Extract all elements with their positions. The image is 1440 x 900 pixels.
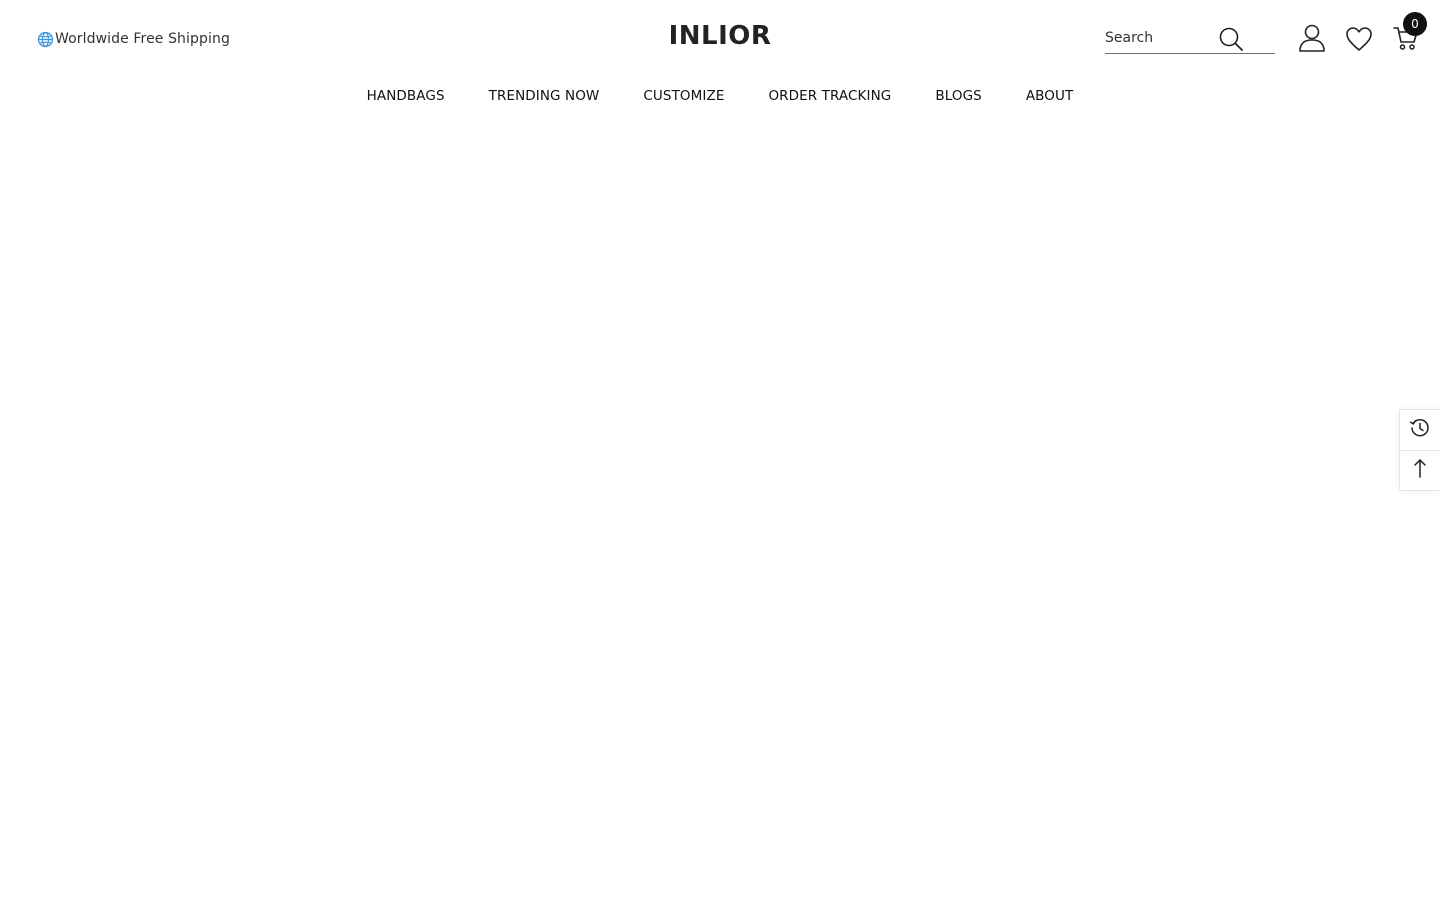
nav-item-blogs[interactable]: BLOGS (935, 88, 981, 104)
nav-item-about[interactable]: ABOUT (1026, 88, 1074, 104)
floating-toolbar (1399, 409, 1440, 491)
globe-icon (37, 31, 54, 48)
user-icon[interactable] (1297, 23, 1327, 53)
nav-item-customize[interactable]: CUSTOMIZE (643, 88, 724, 104)
search-input[interactable] (1105, 22, 1215, 53)
arrow-up-icon (1410, 457, 1430, 484)
history-icon (1409, 417, 1431, 444)
back-to-top-button[interactable] (1400, 450, 1440, 490)
heart-icon[interactable] (1344, 24, 1374, 54)
cart-count-badge: 0 (1403, 12, 1427, 36)
site-header: Worldwide Free Shipping INLIOR 0 (0, 0, 1440, 76)
search-bar (1105, 22, 1275, 54)
search-icon[interactable] (1217, 25, 1245, 53)
nav-item-order-tracking[interactable]: ORDER TRACKING (768, 88, 891, 104)
shipping-text: Worldwide Free Shipping (55, 31, 230, 47)
site-logo[interactable]: INLIOR (620, 18, 820, 54)
nav-item-handbags[interactable]: HANDBAGS (367, 88, 445, 104)
shipping-notice: Worldwide Free Shipping (37, 29, 230, 49)
nav-item-trending-now[interactable]: TRENDING NOW (489, 88, 600, 104)
recently-viewed-button[interactable] (1400, 410, 1440, 450)
main-navigation: HANDBAGS TRENDING NOW CUSTOMIZE ORDER TR… (0, 85, 1440, 107)
